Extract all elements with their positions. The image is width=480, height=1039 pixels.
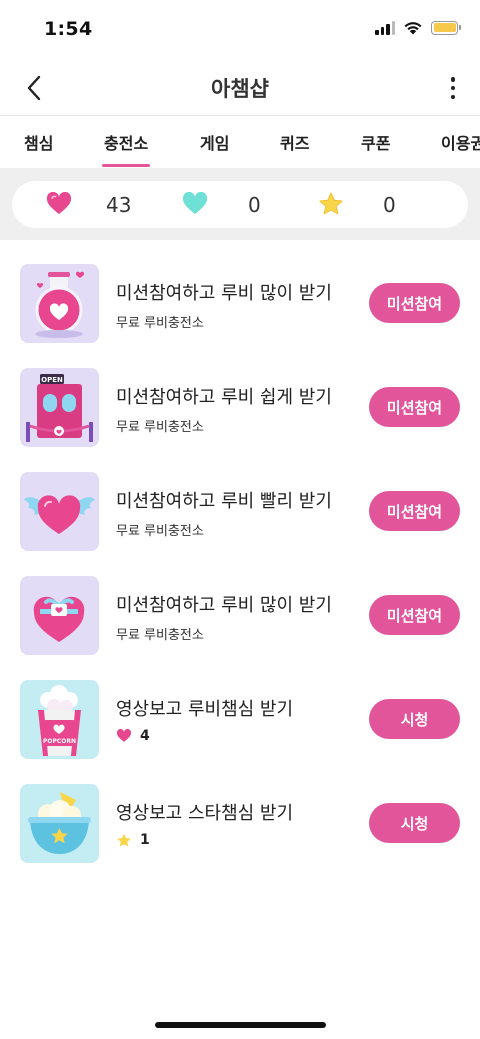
tab-pass[interactable]: 이용권 [441,117,480,167]
reward-amount: 4 [116,728,150,744]
mission-title: 영상보고 스타챔심 받기 [116,803,294,824]
status-bar: 1:54 [0,0,480,60]
star-count: 0 [383,193,396,217]
gift-heart-icon [20,576,99,655]
balance-card: 43 0 0 [12,181,468,228]
more-options-button[interactable] [446,74,460,102]
mission-subtitle: 무료 루비충전소 [116,420,204,435]
cereal-bowl-icon [20,784,99,863]
join-mission-button[interactable]: 미션참여 [369,283,460,323]
mint-heart-count: 0 [248,193,261,217]
list-item: OPEN 미션참여하고 루비 쉽게 받기 무료 루비충전소 미션참여 [0,344,480,448]
more-dot-icon [450,85,456,91]
mint-heart-icon [182,192,208,214]
tab-label: 퀴즈 [280,134,310,153]
list-item: POPCORN 영상보고 루비챔심 받기 4 시청 [0,656,480,760]
battery-icon [431,20,461,35]
mission-subtitle: 무료 루비충전소 [116,524,204,539]
cellular-signal-icon [375,20,395,35]
tab-chamsim[interactable]: 챔심 [24,117,53,167]
reward-value: 1 [140,832,150,848]
more-dot-icon [450,77,456,82]
list-item: 영상보고 스타챔심 받기 1 시청 [0,760,480,864]
mission-subtitle: 무료 루비충전소 [116,316,204,331]
open-sign-text: OPEN [41,376,63,384]
watch-button[interactable]: 시청 [369,803,460,843]
home-indicator[interactable] [155,1022,326,1028]
open-store-icon: OPEN [20,368,99,447]
reward-value: 4 [140,728,150,744]
star-icon [319,192,343,215]
wifi-icon [404,22,422,35]
mission-title: 미션참여하고 루비 많이 받기 [116,283,332,304]
tab-label: 이용권 [441,134,480,153]
popcorn-label-text: POPCORN [43,738,76,745]
more-dot-icon [450,94,456,99]
status-time: 1:54 [44,18,93,40]
potion-icon [20,264,99,343]
tab-label: 쿠폰 [361,134,391,153]
tab-label: 챔심 [24,134,54,153]
tab-game[interactable]: 게임 [200,117,229,167]
balance-section: 43 0 0 [0,168,480,240]
mission-title: 미션참여하고 루비 쉽게 받기 [116,387,332,408]
popcorn-icon: POPCORN [20,680,99,759]
nav-bar: 아챔샵 [0,60,480,116]
list-item: 미션참여하고 루비 빨리 받기 무료 루비충전소 미션참여 [0,448,480,552]
reward-amount: 1 [116,832,150,848]
ruby-count: 43 [106,193,132,217]
list-item: 미션참여하고 루비 많이 받기 무료 루비충전소 미션참여 [0,552,480,656]
ruby-heart-icon [46,192,72,214]
join-mission-button[interactable]: 미션참여 [369,491,460,531]
page-title: 아챔샵 [211,77,269,101]
winged-heart-icon [20,472,99,551]
join-mission-button[interactable]: 미션참여 [369,595,460,635]
star-icon [117,833,131,847]
tab-charging-station[interactable]: 충전소 [101,117,151,167]
tab-label: 게임 [200,134,230,153]
list-item: 미션참여하고 루비 많이 받기 무료 루비충전소 미션참여 [0,240,480,344]
tab-bar: 챔심 충전소 게임 퀴즈 쿠폰 이용권 [0,117,480,167]
heart-icon [116,729,132,742]
tab-quiz[interactable]: 퀴즈 [280,117,309,167]
mission-title: 미션참여하고 루비 많이 받기 [116,595,332,616]
join-mission-button[interactable]: 미션참여 [369,387,460,427]
mission-subtitle: 무료 루비충전소 [116,628,204,643]
watch-button[interactable]: 시청 [369,699,460,739]
mission-title: 영상보고 루비챔심 받기 [116,699,294,720]
tab-label: 충전소 [104,134,149,153]
mission-title: 미션참여하고 루비 빨리 받기 [116,491,332,512]
tab-coupon[interactable]: 쿠폰 [361,117,390,167]
status-icons [375,20,461,35]
